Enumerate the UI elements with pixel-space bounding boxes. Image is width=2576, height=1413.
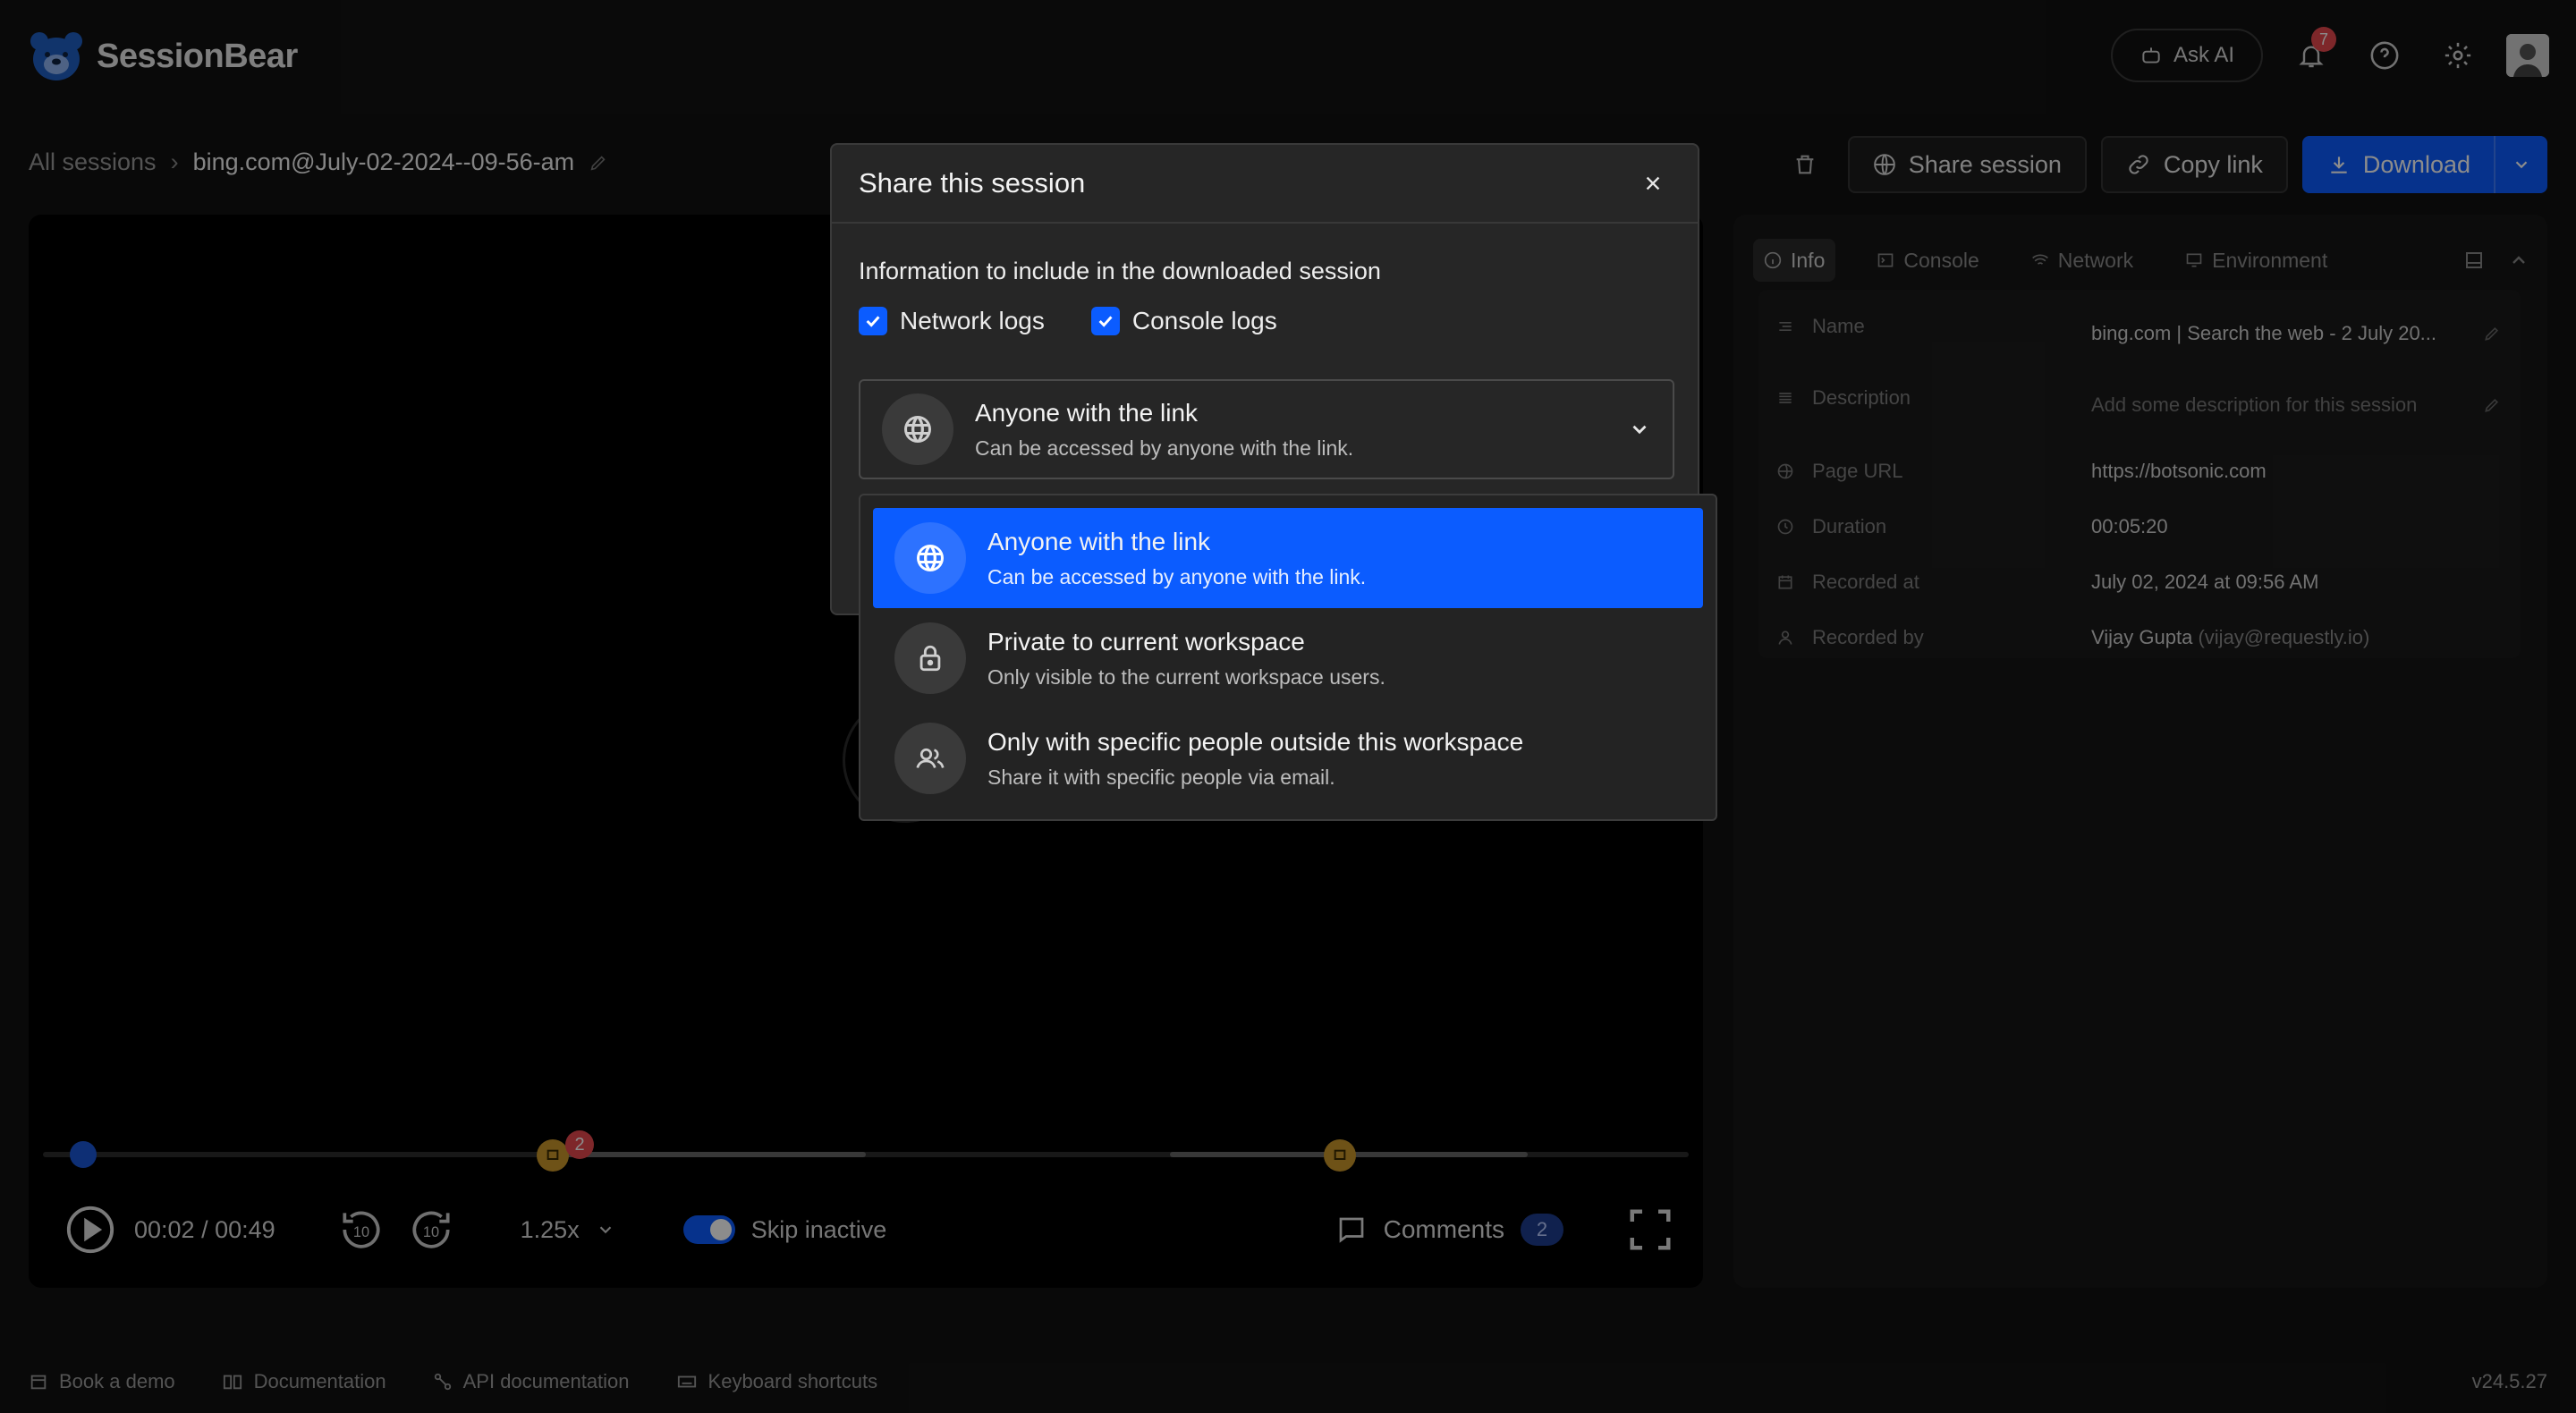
close-button[interactable] (1635, 165, 1671, 201)
access-level-dropdown: Anyone with the link Can be accessed by … (859, 494, 1717, 821)
close-icon (1646, 176, 1660, 190)
modal-header: Share this session (832, 145, 1698, 224)
checkbox-checked[interactable] (1090, 307, 1120, 335)
checkbox-checked[interactable] (859, 307, 887, 335)
lock-icon (894, 622, 966, 694)
modal-title: Share this session (859, 167, 1086, 199)
network-logs-checkbox[interactable]: Network logs (859, 307, 1045, 335)
selected-option-title: Anyone with the link (975, 398, 1199, 427)
check-icon (1098, 316, 1113, 327)
option-title: Private to current workspace (987, 627, 1305, 656)
option-specific-people[interactable]: Only with specific people outside this w… (873, 708, 1703, 808)
option-private-workspace[interactable]: Private to current workspace Only visibl… (873, 608, 1703, 708)
network-logs-label: Network logs (900, 307, 1045, 334)
access-level-select[interactable]: Anyone with the link Can be accessed by … (859, 379, 1674, 479)
globe-icon (882, 393, 953, 465)
option-desc: Can be accessed by anyone with the link. (987, 564, 1367, 588)
console-logs-checkbox[interactable]: Console logs (1090, 307, 1277, 335)
modal-body: Information to include in the downloaded… (832, 224, 1698, 364)
option-title: Anyone with the link (987, 527, 1211, 555)
include-info-label: Information to include in the downloaded… (859, 258, 1381, 284)
users-icon (894, 723, 966, 794)
option-anyone-with-link[interactable]: Anyone with the link Can be accessed by … (873, 508, 1703, 608)
chevron-down-icon (1632, 425, 1647, 435)
check-icon (866, 316, 880, 327)
console-logs-label: Console logs (1131, 307, 1277, 334)
option-desc: Only visible to the current workspace us… (987, 664, 1385, 689)
selected-option-desc: Can be accessed by anyone with the link. (975, 436, 1354, 460)
globe-icon (894, 522, 966, 594)
option-desc: Share it with specific people via email. (987, 765, 1335, 789)
include-checkboxes: Network logs Console logs (859, 307, 1671, 335)
option-title: Only with specific people outside this w… (987, 727, 1524, 756)
